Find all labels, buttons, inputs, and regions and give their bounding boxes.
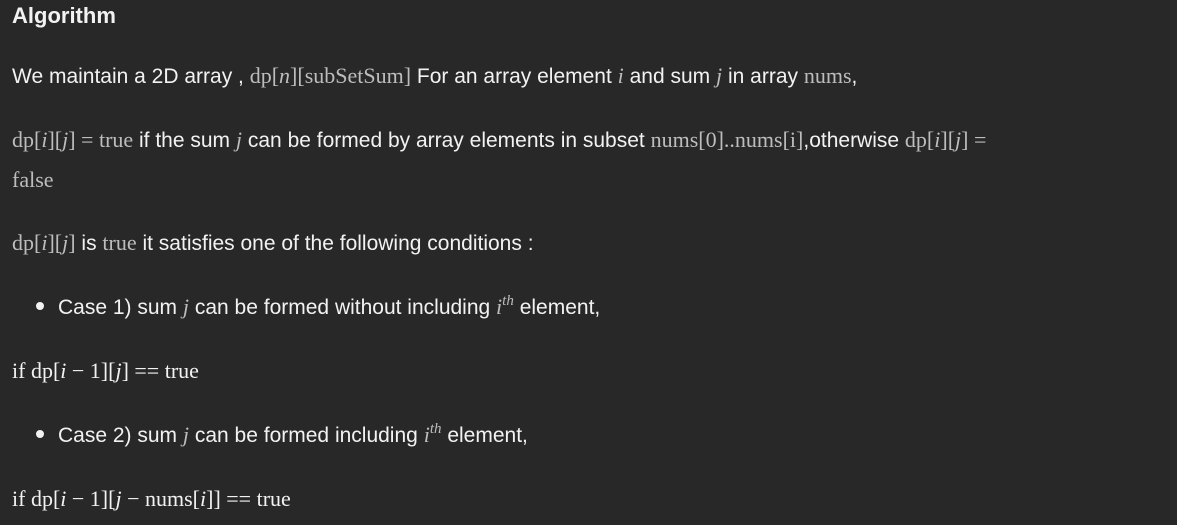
intro-text-2: For an array element [416,65,612,88]
dp-array-math: dp[n][subSetSum] [249,63,412,88]
def-text-2: can be formed by array elements in subse… [247,129,645,152]
dp-ij-eq-math: dp[i][j] = [904,127,987,152]
intro-text-1: We maintain a 2D array , [12,65,244,88]
math-ith: ith [423,421,442,448]
def-text-3: ,otherwise [803,129,900,152]
case1-text-2: can be formed without including [194,296,491,319]
list-item-case1: Case 1) sum j can be formed without incl… [36,293,600,322]
math-i: i [617,63,624,88]
cond-intro-text-1: is [81,232,97,255]
intro-paragraph: We maintain a 2D array , dp[n][subSetSum… [12,62,857,91]
bullet-icon [36,430,44,439]
dp-ij-math: dp[i][j] [12,230,76,255]
bullet-icon [36,302,44,311]
math-nums: nums [803,63,852,88]
math-j: j [182,294,190,319]
subset-math: nums[0]..nums[i] [650,127,804,152]
case1-text-3: element, [519,296,601,319]
case1-text-1: Case 1) sum [58,296,178,319]
case2-text-2: can be formed including [194,424,418,447]
list-item-case2: Case 2) sum j can be formed including it… [36,421,528,450]
intro-text-4: in array [727,65,799,88]
case2-text-1: Case 2) sum [58,424,178,447]
math-j: j [182,422,190,447]
dp-ij-true-math: dp[i][j] = true [12,127,134,152]
false-math: false [12,167,54,192]
condition-1: if dp[i − 1][j] == true [12,357,199,386]
condition-2: if dp[i − 1][j − nums[i]] == true [12,485,291,514]
intro-text-3: and sum [629,65,711,88]
condition-2-math: if dp[i − 1][j − nums[i]] == true [12,486,291,511]
math-ith: ith [496,293,514,320]
definition-paragraph-cont: false [12,166,54,195]
conditions-intro: dp[i][j] is true it satisfies one of the… [12,229,534,258]
section-heading: Algorithm [12,3,116,28]
def-text-1: if the sum [139,129,231,152]
math-j: j [235,127,243,152]
definition-paragraph: dp[i][j] = true if the sum j can be form… [12,126,986,155]
cond-intro-text-2: it satisfies one of the following condit… [142,232,534,255]
true-math: true [102,230,137,255]
intro-text-5: , [851,65,858,88]
condition-1-math: if dp[i − 1][j] == true [12,358,199,383]
case2-text-3: element, [447,424,528,447]
math-j: j [716,63,723,88]
